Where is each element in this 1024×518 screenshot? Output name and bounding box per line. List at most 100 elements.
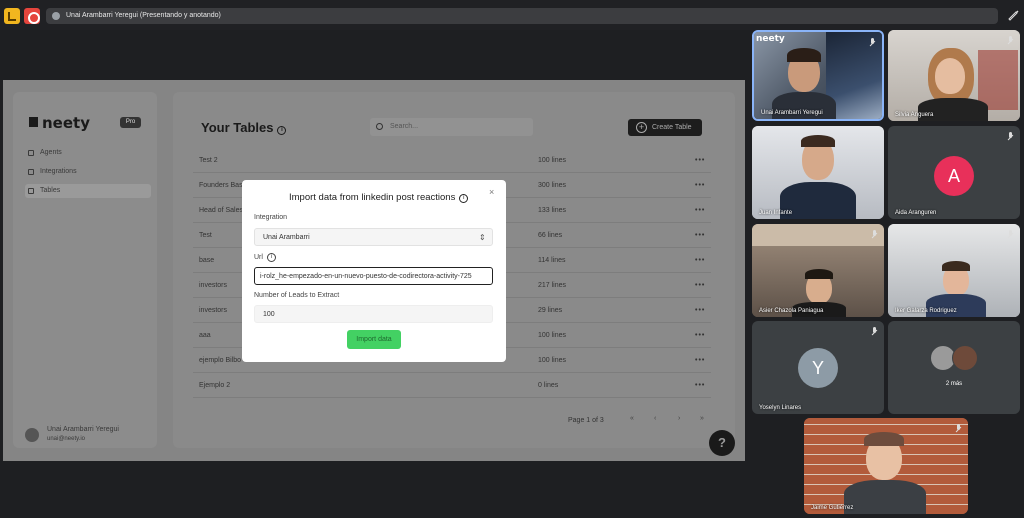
participant-hair (805, 269, 833, 279)
participant-name: Silvia Anguera (895, 112, 934, 118)
avatar: Y (798, 348, 838, 388)
overlay-logo: neety (756, 34, 785, 44)
integration-select[interactable]: Unai Arambarri ⇕ (254, 228, 493, 246)
participant-name: Juan Infante (759, 210, 793, 216)
url-label: Url i (254, 253, 276, 262)
table-lines: 100 lines (538, 357, 567, 364)
pen-icon[interactable] (1007, 9, 1019, 21)
sidebar-item-label: Agents (40, 149, 62, 156)
neety-logo-icon (29, 117, 38, 127)
table-name: investors (199, 282, 228, 289)
presenter-icon (52, 12, 60, 20)
participant-body (772, 92, 836, 119)
participant-tile[interactable]: Iker Galarza Rodriguez (888, 224, 1020, 317)
participant-tile[interactable]: Silvia Anguera (888, 30, 1020, 121)
info-icon[interactable]: i (266, 253, 276, 262)
more-icon[interactable]: ••• (695, 348, 705, 373)
more-participants-tile[interactable]: 2 más (888, 321, 1020, 414)
modal-title: Import data from linkedin post reactions… (289, 192, 469, 203)
next-page-icon[interactable]: › (678, 415, 680, 422)
prev-page-icon[interactable]: ‹ (654, 415, 656, 422)
participant-tile[interactable]: Juan Infante (752, 126, 884, 219)
participant-hair (801, 135, 835, 147)
participant-name: Asier Chazola Paniagua (759, 308, 824, 314)
integration-label: Integration (254, 214, 288, 221)
info-icon[interactable]: i (277, 126, 287, 135)
table-name: Test (199, 232, 212, 239)
participant-tile[interactable]: A Aida Aranguren (888, 126, 1020, 219)
table-name: Founders Bas (199, 182, 243, 189)
more-icon[interactable]: ••• (695, 373, 705, 398)
participant-body (844, 480, 926, 514)
sidebar-item-integrations[interactable]: Integrations (25, 165, 151, 179)
meeting-top-bar: Unai Arambarri Yeregui (Presentando y an… (0, 0, 1024, 30)
plus-icon: + (636, 122, 647, 133)
table-name: base (199, 257, 215, 264)
leads-label: Number of Leads to Extract (254, 292, 340, 299)
annotate-icon[interactable] (4, 8, 20, 24)
participant-tile[interactable]: neety Unai Arambarri Yeregui (752, 30, 884, 121)
video-background (978, 50, 1018, 110)
more-icon[interactable]: ••• (695, 148, 705, 173)
table-name: aaa (199, 332, 211, 339)
more-icon[interactable]: ••• (695, 323, 705, 348)
avatar: A (934, 156, 974, 196)
muted-mic-icon (1007, 230, 1014, 239)
table-lines: 100 lines (538, 157, 567, 164)
create-table-label: Create Table (652, 124, 692, 131)
more-icon[interactable]: ••• (695, 273, 705, 298)
video-background (752, 224, 884, 246)
table-name: Ejemplo 2 (199, 382, 231, 389)
participant-name: Aida Aranguren (895, 210, 937, 216)
last-page-icon[interactable]: » (700, 415, 704, 422)
sidebar-item-agents[interactable]: Agents (25, 146, 151, 160)
avatar (952, 345, 978, 371)
table-lines: 0 lines (538, 382, 559, 389)
table-lines: 133 lines (538, 207, 567, 214)
close-icon[interactable]: × (489, 187, 494, 197)
presenting-banner: Unai Arambarri Yeregui (Presentando y an… (46, 8, 998, 24)
stop-presenting-icon[interactable] (24, 8, 40, 24)
leads-input[interactable]: 100 (254, 305, 493, 323)
table-row[interactable]: Ejemplo 2 0 lines ••• (193, 373, 711, 398)
url-input[interactable]: i-rolz_he-empezado-en-un-nuevo-puesto-de… (254, 267, 493, 285)
table-row[interactable]: Test 2 100 lines ••• (193, 148, 711, 173)
muted-mic-icon (869, 38, 876, 47)
import-data-button[interactable]: Import data (347, 330, 401, 349)
more-icon[interactable]: ••• (695, 223, 705, 248)
more-icon[interactable]: ••• (695, 298, 705, 323)
muted-mic-icon (1007, 132, 1014, 141)
table-name: ejemplo Bilbo (199, 357, 242, 364)
integrations-icon (28, 169, 34, 175)
table-lines: 114 lines (538, 257, 566, 264)
participant-name: Unai Arambarri Yeregui (761, 110, 823, 116)
sidebar-item-label: Integrations (40, 168, 77, 175)
participant-tile[interactable]: Jaime Gutiérrez (804, 418, 968, 514)
more-icon[interactable]: ••• (695, 173, 705, 198)
first-page-icon[interactable]: « (630, 415, 634, 422)
muted-mic-icon (955, 424, 962, 433)
sidebar-item-label: Tables (40, 187, 61, 194)
participant-hair (787, 48, 821, 62)
search-input[interactable]: Search... (370, 118, 533, 136)
modal-title-text: Import data from linkedin post reactions (289, 192, 456, 203)
url-label-text: Url (254, 254, 263, 261)
participant-tile[interactable]: Asier Chazola Paniagua (752, 224, 884, 317)
table-name: Head of Sales (199, 207, 243, 214)
table-lines: 100 lines (538, 332, 567, 339)
muted-mic-icon (871, 230, 878, 239)
info-icon[interactable]: i (459, 194, 469, 203)
more-icon[interactable]: ••• (695, 198, 705, 223)
participant-hair (864, 432, 904, 446)
participant-face (935, 58, 965, 94)
page-title: Your Tables i (201, 120, 287, 135)
avatar (25, 428, 39, 442)
table-lines: 29 lines (538, 307, 563, 314)
sidebar-item-tables[interactable]: Tables (25, 184, 151, 198)
participant-hair (942, 261, 970, 271)
participant-tile[interactable]: Y Yoselyn Linares (752, 321, 884, 414)
create-table-button[interactable]: + Create Table (628, 119, 702, 136)
page-title-text: Your Tables (201, 120, 274, 135)
more-icon[interactable]: ••• (695, 248, 705, 273)
help-button[interactable]: ? (709, 430, 735, 456)
